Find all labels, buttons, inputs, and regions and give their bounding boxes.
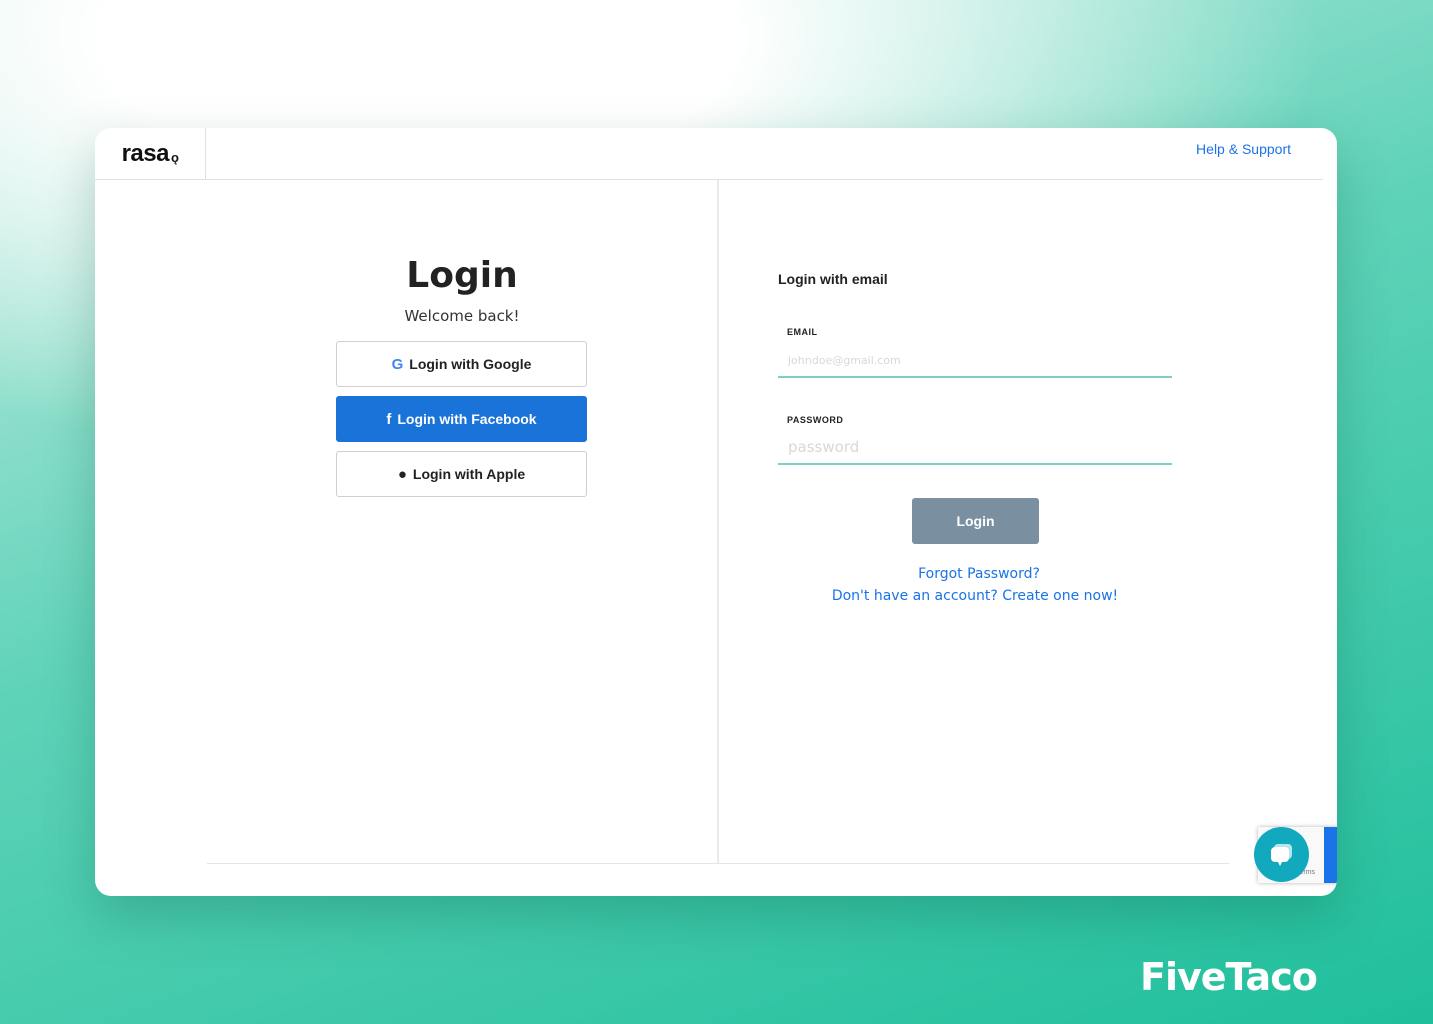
- login-button[interactable]: Login: [912, 498, 1039, 544]
- rasa-logo[interactable]: rasa ǫ: [95, 128, 206, 180]
- header: rasa ǫ Help & Support: [95, 128, 1323, 180]
- bottom-divider: [207, 863, 1229, 864]
- facebook-icon: f: [386, 410, 392, 428]
- email-login-heading: Login with email: [778, 271, 888, 287]
- email-input[interactable]: [778, 344, 1172, 378]
- facebook-label: Login with Facebook: [397, 411, 537, 427]
- signup-link[interactable]: Don't have an account? Create one now!: [778, 588, 1172, 604]
- login-card: rasa ǫ Help & Support Login Welcome back!…: [95, 128, 1337, 896]
- apple-icon: ●: [397, 465, 407, 483]
- password-label: PASSWORD: [787, 415, 844, 425]
- help-support-link[interactable]: Help & Support: [1196, 141, 1291, 157]
- logo-text: rasa: [121, 140, 170, 167]
- login-facebook-button[interactable]: f Login with Facebook: [336, 396, 587, 442]
- chat-bubble-icon: [1270, 843, 1292, 866]
- login-google-button[interactable]: G Login with Google: [336, 341, 587, 387]
- logo-mark-icon: ǫ: [170, 149, 179, 165]
- google-icon: G: [391, 355, 404, 373]
- fivetaco-watermark: FiveTaco: [1140, 955, 1318, 999]
- recaptcha-bar: [1324, 827, 1337, 883]
- page-title: Login: [406, 255, 518, 296]
- chat-widget-button[interactable]: [1254, 827, 1309, 882]
- password-input[interactable]: [778, 431, 1172, 465]
- apple-label: Login with Apple: [412, 466, 526, 482]
- welcome-text: Welcome back!: [404, 307, 520, 325]
- login-apple-button[interactable]: ● Login with Apple: [336, 451, 587, 497]
- email-label: EMAIL: [787, 327, 818, 337]
- google-label: Login with Google: [409, 356, 532, 372]
- forgot-password-link[interactable]: Forgot Password?: [782, 566, 1176, 582]
